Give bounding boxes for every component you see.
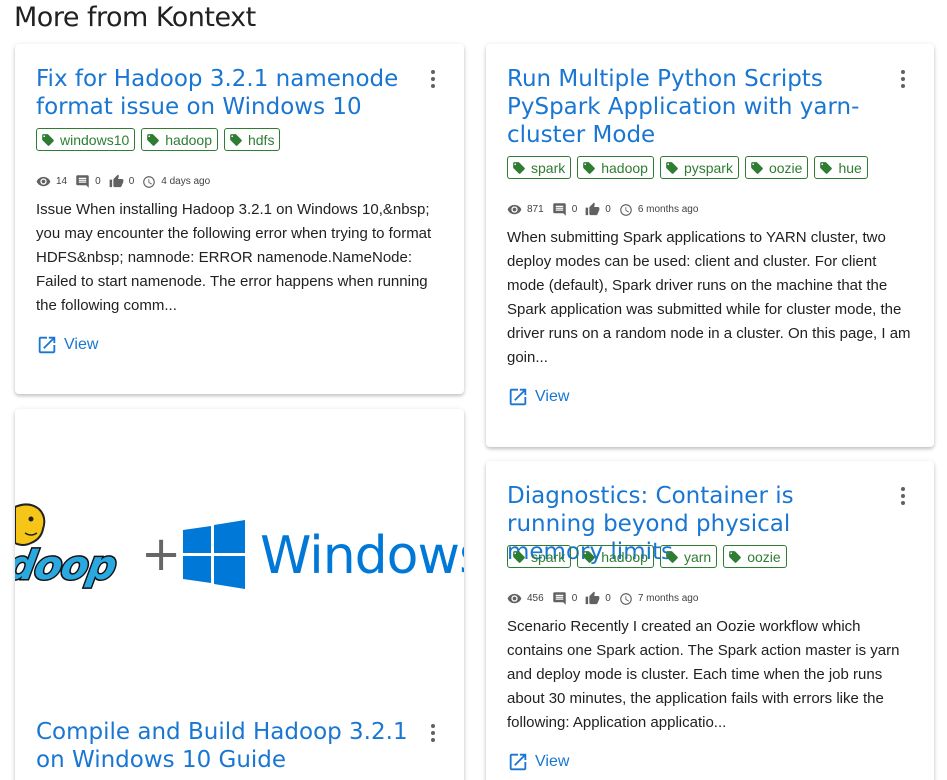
hadoop-wordmark: doop xyxy=(15,542,120,589)
comments-count: 0 xyxy=(571,593,578,604)
article-card: doop + Windows Compile and Build Hadoop … xyxy=(15,409,464,780)
tag-icon xyxy=(666,161,678,174)
article-stats: 456 0 0 7 months ago xyxy=(507,591,706,606)
clock-icon xyxy=(619,592,632,605)
tag[interactable]: yarn xyxy=(659,545,718,568)
thumb-up-icon xyxy=(109,174,124,188)
open-in-new-icon xyxy=(38,336,56,354)
tag[interactable]: spark xyxy=(507,156,572,179)
tag-label: hadoop xyxy=(601,548,648,565)
open-in-new-icon xyxy=(509,753,527,771)
article-title[interactable]: Run Multiple Python Scripts PySpark Appl… xyxy=(507,65,876,149)
more-options-button[interactable] xyxy=(424,722,442,744)
tag-label: hadoop xyxy=(165,131,212,148)
views-count: 14 xyxy=(56,176,68,187)
views-count: 871 xyxy=(527,204,544,215)
article-card: Run Multiple Python Scripts PySpark Appl… xyxy=(486,44,934,447)
tag-label: hdfs xyxy=(247,131,275,148)
tag[interactable]: hdfs xyxy=(223,128,281,151)
view-label: View xyxy=(64,336,99,353)
eye-icon xyxy=(507,204,522,215)
tag-label: spark xyxy=(531,159,566,176)
tag[interactable]: oozie xyxy=(744,156,809,179)
article-title[interactable]: Fix for Hadoop 3.2.1 namenode format iss… xyxy=(36,65,408,121)
tag[interactable]: spark xyxy=(507,545,572,568)
tag-icon xyxy=(42,133,54,146)
likes-count: 0 xyxy=(605,593,611,604)
tag[interactable]: windows10 xyxy=(36,128,136,151)
comments-count: 0 xyxy=(571,204,578,215)
tag-icon xyxy=(583,161,596,174)
hadoop-windows-logo: doop + Windows xyxy=(15,503,464,590)
views-count: 456 xyxy=(527,593,544,604)
tag-label: hue xyxy=(838,159,862,176)
view-link[interactable]: View xyxy=(507,386,569,408)
comment-icon xyxy=(76,175,89,188)
tag-list: spark hadoop pyspark oozie hue xyxy=(507,156,868,179)
tag-label: spark xyxy=(531,548,566,565)
tag-list: windows10 hadoop hdfs xyxy=(36,128,281,151)
tag[interactable]: pyspark xyxy=(659,156,739,179)
tag-icon xyxy=(820,161,833,174)
tag-icon xyxy=(729,550,742,563)
tag-label: yarn xyxy=(683,548,712,565)
thumb-up-icon xyxy=(585,591,600,605)
likes-count: 0 xyxy=(128,176,135,187)
article-excerpt: Scenario Recently I created an Oozie wor… xyxy=(507,618,900,731)
article-stats: 14 0 0 4 days ago xyxy=(36,174,218,189)
tag-icon xyxy=(666,550,678,563)
view-link[interactable]: View xyxy=(36,334,98,356)
clock-icon xyxy=(619,203,632,216)
windows-wordmark: Windows xyxy=(260,526,464,586)
windows-logo xyxy=(183,520,245,589)
view-label: View xyxy=(535,388,570,405)
tag-icon xyxy=(751,161,763,174)
tag[interactable]: hadoop xyxy=(577,545,654,568)
tag-icon xyxy=(230,133,242,146)
tag[interactable]: hadoop xyxy=(577,156,654,179)
article-excerpt: When submitting Spark applications to YA… xyxy=(507,229,911,366)
tag[interactable]: hue xyxy=(814,156,868,179)
tag-icon xyxy=(147,133,160,146)
comment-icon xyxy=(552,203,566,216)
more-options-button[interactable] xyxy=(894,68,912,90)
article-title[interactable]: Compile and Build Hadoop 3.2.1 on Window… xyxy=(36,718,408,774)
tag-icon xyxy=(513,161,525,174)
view-label: View xyxy=(535,753,570,770)
open-in-new-icon xyxy=(509,388,527,406)
likes-count: 0 xyxy=(605,204,611,215)
article-card: Fix for Hadoop 3.2.1 namenode format iss… xyxy=(15,44,464,394)
tag-icon xyxy=(513,550,525,563)
tag-icon xyxy=(583,550,596,563)
comments-count: 0 xyxy=(95,176,101,187)
tag-label: oozie xyxy=(768,159,803,176)
article-excerpt: Issue When installing Hadoop 3.2.1 on Wi… xyxy=(36,201,432,314)
tag-label: oozie xyxy=(747,548,781,565)
timestamp: 6 months ago xyxy=(637,204,699,215)
tag-list: spark hadoop yarn oozie xyxy=(507,545,787,568)
view-link[interactable]: View xyxy=(507,751,569,773)
hadoop-elephant-icon xyxy=(15,503,46,546)
more-options-button[interactable] xyxy=(424,68,442,90)
clock-icon xyxy=(143,175,156,188)
article-stats: 871 0 0 6 months ago xyxy=(507,202,706,217)
timestamp: 7 months ago xyxy=(637,593,699,604)
tag-label: windows10 xyxy=(60,131,130,148)
more-options-button[interactable] xyxy=(894,485,912,507)
tag-label: hadoop xyxy=(601,159,648,176)
plus-sign: + xyxy=(141,526,181,582)
hero-image[interactable]: doop + Windows xyxy=(15,409,464,709)
thumb-up-icon xyxy=(585,202,600,216)
eye-icon xyxy=(36,176,51,187)
section-title: More from Kontext xyxy=(14,2,256,33)
comment-icon xyxy=(552,592,566,605)
article-card: Diagnostics: Container is running beyond… xyxy=(486,461,934,780)
tag[interactable]: oozie xyxy=(723,545,787,568)
eye-icon xyxy=(507,593,522,604)
tag-label: pyspark xyxy=(683,159,733,176)
tag[interactable]: hadoop xyxy=(141,128,218,151)
timestamp: 4 days ago xyxy=(161,176,211,187)
